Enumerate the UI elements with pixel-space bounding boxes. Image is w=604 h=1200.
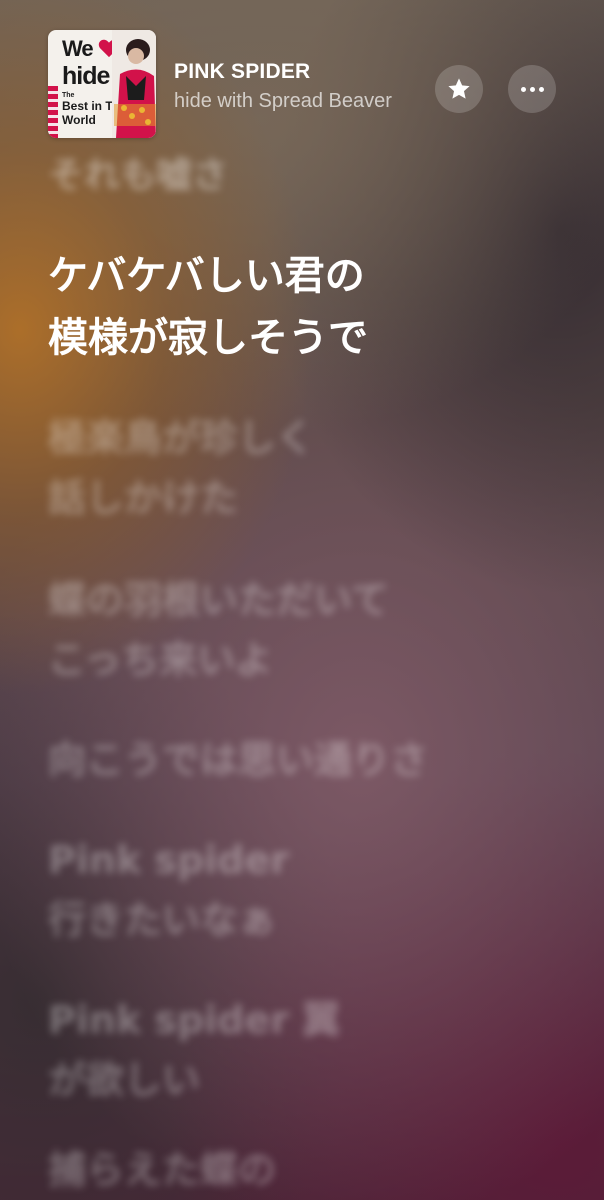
album-artwork[interactable]: We hide The Best in The World [48,30,156,138]
song-artist[interactable]: hide with Spread Beaver [174,90,392,113]
lyric-line-upcoming[interactable]: 捕らえた蝶の [48,1140,568,1200]
artwork-text-the: The [62,92,75,99]
star-icon [448,78,470,99]
lyric-text: 話しかけた [48,476,239,520]
lyric-line-upcoming[interactable]: Pink spider 行きたいなぁ [48,830,568,950]
lyric-line-previous[interactable]: それも嘘さ [48,150,568,202]
lyric-text: 行きたいなぁ [48,898,277,942]
lyric-line-upcoming[interactable]: 極楽鳥が珍しく 話しかけた [48,408,568,528]
lyric-text: 向こうでは思い通りさ [48,738,429,782]
lyric-text: 蝶の羽根いただいて [48,578,389,622]
lyric-text: 模様が寂しそうで [48,315,368,361]
lyric-line-upcoming[interactable]: Pink spider 翼 が欲しい [48,990,568,1110]
lyric-text: 極楽鳥が珍しく [48,416,315,460]
lyric-line-current[interactable]: ケバケバしい君の 模様が寂しそうで [48,245,568,369]
lyric-text: ケバケバしい君の [48,253,365,299]
artist-photo [112,30,156,138]
artwork-title-we: We [62,36,94,61]
lyric-line-upcoming[interactable]: 蝶の羽根いただいて こっち来いよ [48,570,568,690]
artwork-title-hide: hide [62,62,110,90]
lyric-text: が欲しい [48,1058,201,1102]
lyric-text: Pink spider [48,838,289,882]
lyric-line-upcoming[interactable]: 向こうでは思い通りさ [48,730,568,790]
lyric-text: それも嘘さ [48,155,229,196]
lyric-text: Pink spider 翼 [48,998,341,1042]
lyric-text: こっち来いよ [48,638,273,682]
now-playing-header: We hide The Best in The World PINK SPIDE… [0,0,604,150]
artwork-text-world: World [62,113,96,127]
lyrics-screen: それも嘘さ ケバケバしい君の 模様が寂しそうで 極楽鳥が珍しく 話しかけた 蝶の… [0,0,604,1200]
artwork-stripe [48,86,58,138]
lyrics-view[interactable]: それも嘘さ ケバケバしい君の 模様が寂しそうで 極楽鳥が珍しく 話しかけた 蝶の… [0,0,604,1200]
favorite-button[interactable] [435,65,483,113]
lyric-text: 捕らえた蝶の [48,1148,277,1192]
more-options-button[interactable] [508,65,556,113]
ellipsis-icon [520,86,544,92]
song-title: PINK SPIDER [174,60,311,83]
